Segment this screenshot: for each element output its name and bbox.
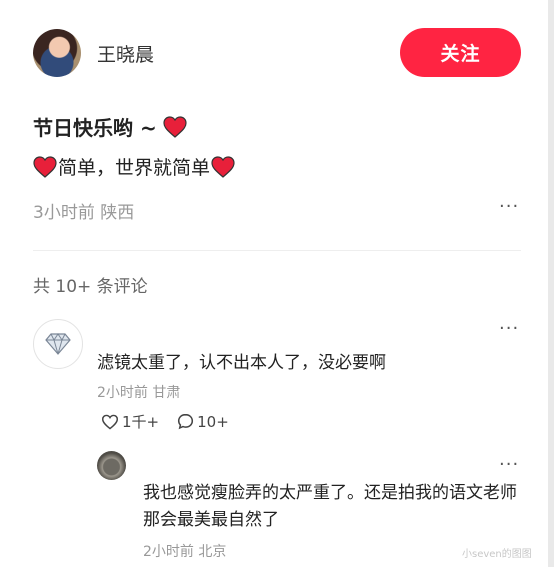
post-body: 简单，世界就简单 xyxy=(33,153,235,180)
post-title: 节日快乐哟 ~ xyxy=(33,112,187,141)
author-name[interactable]: 王晓晨 xyxy=(97,40,154,67)
commenter-avatar[interactable] xyxy=(33,319,83,369)
post-detail-panel: 王晓晨 关注 节日快乐哟 ~ 简单，世界就简单 3小时前 陕西 ··· 共 10… xyxy=(0,0,548,567)
follow-button[interactable]: 关注 xyxy=(400,28,521,77)
comment-more-icon[interactable]: ··· xyxy=(499,318,519,339)
comment-actions: 1千+ 10+ xyxy=(101,411,247,432)
heart-emoji-icon xyxy=(33,155,57,178)
author-avatar[interactable] xyxy=(33,29,81,77)
post-body-text: 简单，世界就简单 xyxy=(58,157,211,179)
like-button[interactable]: 1千+ xyxy=(101,411,159,432)
replier-avatar[interactable] xyxy=(97,451,126,480)
reply-meta: 2小时前 北京 xyxy=(143,544,227,560)
comments-count: 共 10+ 条评论 xyxy=(33,277,148,297)
post-meta: 3小时前 陕西 xyxy=(33,203,135,223)
divider xyxy=(33,250,521,251)
heart-emoji-icon xyxy=(211,155,235,178)
comment-bubble-icon xyxy=(178,413,194,430)
diamond-icon xyxy=(45,333,71,355)
comment-text: 滤镜太重了，认不出本人了，没必要啊 xyxy=(97,353,386,373)
post-title-text: 节日快乐哟 ~ xyxy=(33,116,157,140)
reply-text: 我也感觉瘦脸弄的太严重了。还是拍我的语文老师那会最美最自然了 xyxy=(143,483,517,530)
scroll-edge xyxy=(548,0,554,567)
post-more-icon[interactable]: ··· xyxy=(499,196,519,217)
watermark: 小seven的图图 xyxy=(462,549,532,560)
heart-outline-icon xyxy=(101,414,119,429)
reply-more-icon[interactable]: ··· xyxy=(499,454,519,475)
reply-count: 10+ xyxy=(197,412,229,431)
heart-emoji-icon xyxy=(163,115,187,138)
comment-meta: 2小时前 甘肃 xyxy=(97,385,181,401)
reply-button[interactable]: 10+ xyxy=(177,413,229,431)
like-count: 1千+ xyxy=(122,413,160,431)
